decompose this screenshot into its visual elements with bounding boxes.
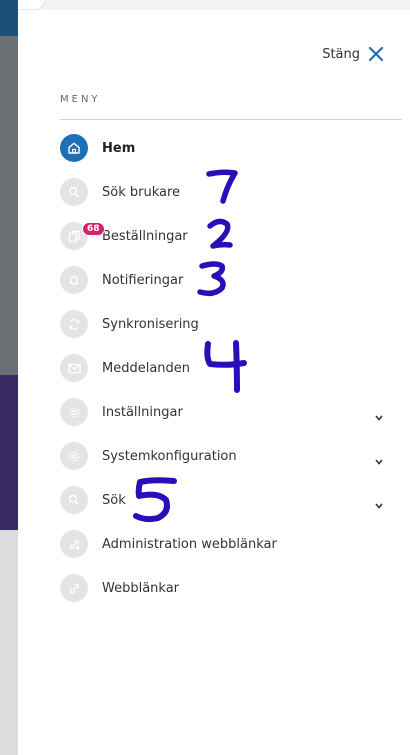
home-icon	[60, 134, 88, 162]
navigation-drawer: Stäng MENY Hem Sök brukare 68 Beställnin…	[18, 10, 410, 755]
link-icon	[60, 574, 88, 602]
background-banner	[0, 375, 18, 530]
menu-item-label: Inställningar	[102, 404, 183, 420]
menu-heading: MENY	[60, 94, 101, 105]
menu-item-label: Notifieringar	[102, 272, 184, 288]
menu-item-label: Systemkonfiguration	[102, 448, 237, 464]
menu-item-label: Sök	[102, 492, 126, 508]
menu-item-synkronisering[interactable]: Synkronisering	[60, 302, 405, 346]
menu-item-label: Webblänkar	[102, 580, 180, 596]
menu-item-administration-webblankar[interactable]: Administration webblänkar	[60, 522, 405, 566]
chevron-down-icon[interactable]	[375, 494, 383, 513]
bell-icon	[60, 266, 88, 294]
menu-list: Hem Sök brukare 68 Beställningar Notifie…	[60, 126, 405, 610]
menu-item-webblankar[interactable]: Webblänkar	[60, 566, 405, 610]
close-label: Stäng	[322, 46, 360, 62]
menu-item-label: Hem	[102, 140, 136, 156]
menu-item-installningar[interactable]: Inställningar	[60, 390, 405, 434]
menu-divider	[60, 119, 402, 120]
menu-item-hem[interactable]: Hem	[60, 126, 405, 170]
menu-item-sok[interactable]: Sök	[60, 478, 405, 522]
close-icon[interactable]	[368, 46, 384, 62]
dimmed-background-page	[0, 0, 18, 755]
chevron-down-icon[interactable]	[375, 406, 383, 425]
gear-icon	[60, 398, 88, 426]
search-icon	[60, 486, 88, 514]
sync-icon	[60, 310, 88, 338]
background-list	[0, 530, 18, 755]
menu-item-label: Sök brukare	[102, 184, 181, 200]
menu-item-label: Meddelanden	[102, 360, 191, 376]
menu-item-meddelanden[interactable]: Meddelanden	[60, 346, 405, 390]
menu-item-label: Beställningar	[102, 228, 188, 244]
close-drawer-button[interactable]: Stäng	[322, 46, 384, 62]
background-header	[0, 0, 18, 36]
menu-item-sok-brukare[interactable]: Sök brukare	[60, 170, 405, 214]
menu-item-label: Synkronisering	[102, 316, 199, 332]
order-count-badge: 68	[82, 222, 105, 236]
menu-item-label: Administration webblänkar	[102, 536, 277, 552]
menu-item-notifieringar[interactable]: Notifieringar	[60, 258, 405, 302]
menu-item-bestallningar[interactable]: 68 Beställningar	[60, 214, 405, 258]
browser-top-edge	[0, 0, 410, 10]
search-icon	[60, 178, 88, 206]
link-admin-icon	[60, 530, 88, 558]
chevron-down-icon[interactable]	[375, 450, 383, 469]
gear-icon	[60, 442, 88, 470]
background-strip	[0, 36, 18, 375]
envelope-icon	[60, 354, 88, 382]
menu-item-systemkonfiguration[interactable]: Systemkonfiguration	[60, 434, 405, 478]
